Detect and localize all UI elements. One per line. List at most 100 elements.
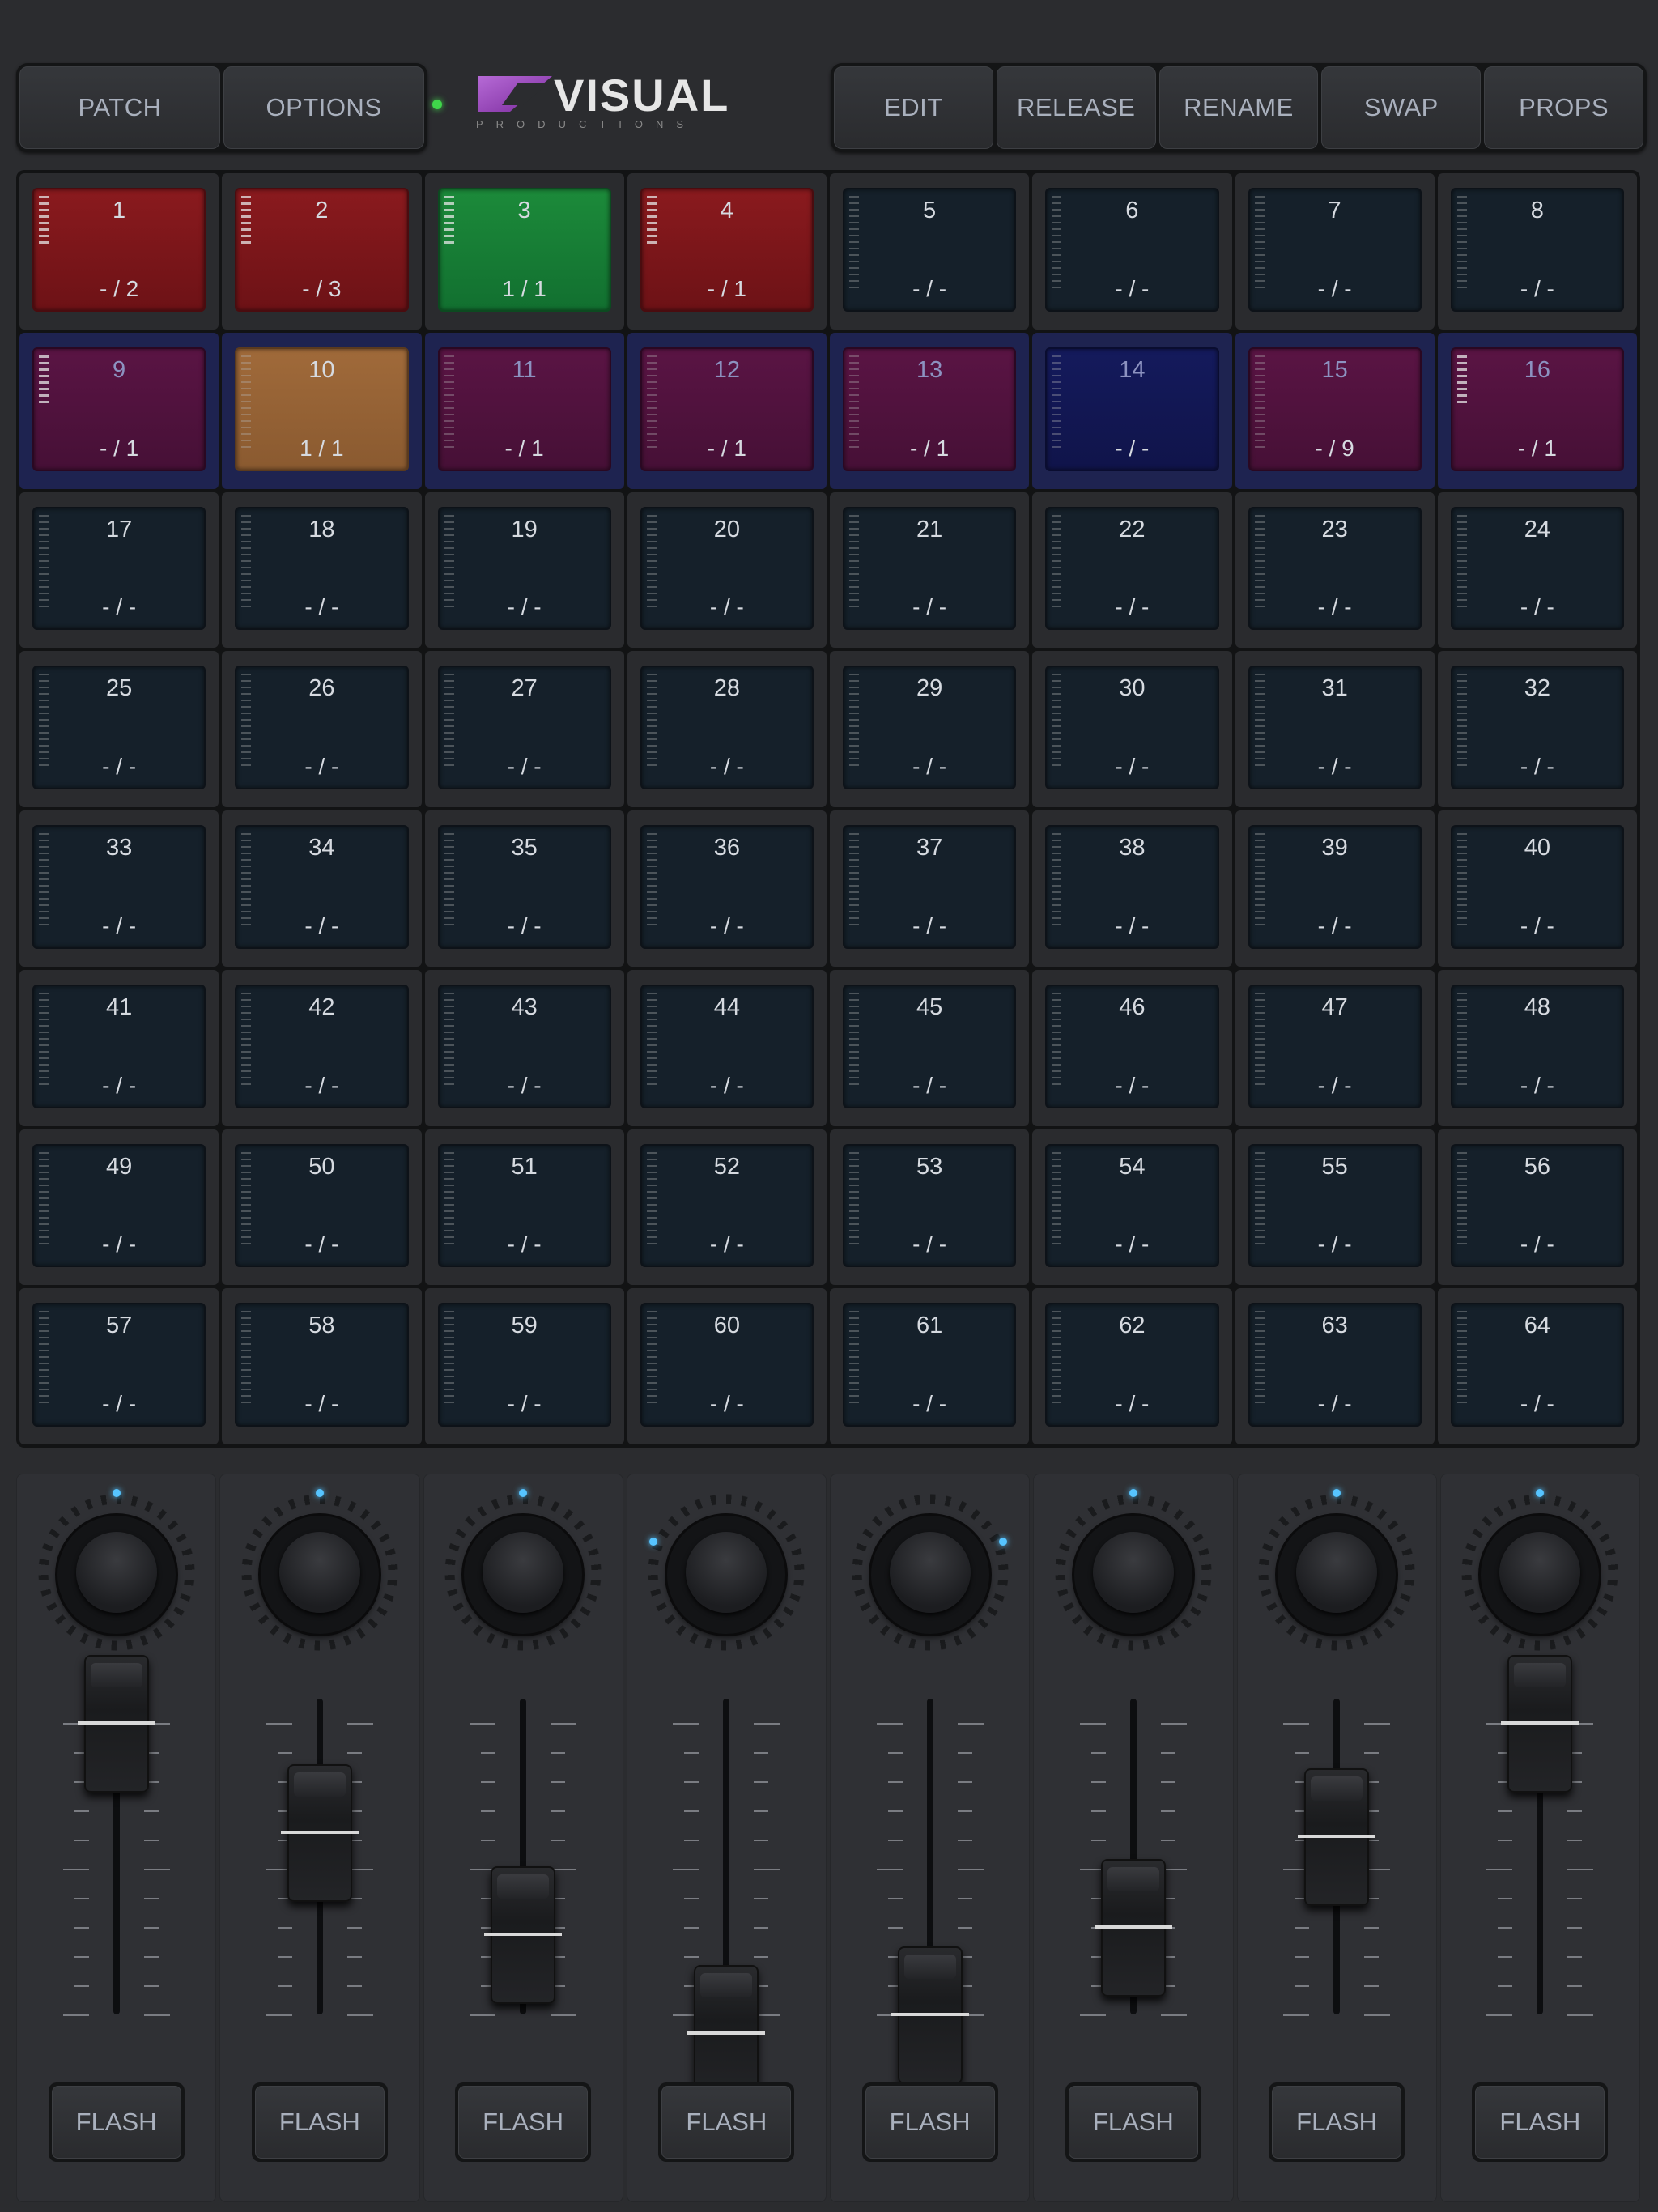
playback-pad-27[interactable]: 27 - / - (437, 666, 611, 789)
playback-pad-51[interactable]: 51 - / - (437, 1143, 611, 1268)
fader-handle[interactable] (484, 1866, 563, 2004)
playback-pad-50[interactable]: 50 - / - (235, 1143, 409, 1268)
playback-pad-43[interactable]: 43 - / - (437, 984, 611, 1108)
playback-pad-45[interactable]: 45 - / - (843, 984, 1017, 1108)
fader-handle[interactable] (77, 1655, 155, 1793)
pad-number: 26 (308, 675, 335, 702)
rotary-knob[interactable] (260, 1516, 379, 1634)
rotary-knob[interactable] (667, 1516, 786, 1634)
playback-pad-53[interactable]: 53 - / - (843, 1143, 1017, 1268)
playback-pad-60[interactable]: 60 - / - (640, 1303, 814, 1427)
playback-pad-42[interactable]: 42 - / - (235, 984, 409, 1108)
playback-pad-24[interactable]: 24 - / - (1450, 506, 1624, 631)
playback-pad-17[interactable]: 17 - / - (32, 506, 206, 631)
playback-pad-2[interactable]: 2 - / 3 (235, 188, 409, 312)
playback-pad-31[interactable]: 31 - / - (1248, 666, 1422, 789)
fader-handle[interactable] (280, 1764, 359, 1902)
playback-pad-55[interactable]: 55 - / - (1248, 1143, 1422, 1268)
playback-pad-19[interactable]: 19 - / - (437, 506, 611, 631)
playback-pad-28[interactable]: 28 - / - (640, 666, 814, 789)
playback-pad-1[interactable]: 1 - / 2 (32, 188, 206, 312)
playback-pad-54[interactable]: 54 - / - (1045, 1143, 1219, 1268)
playback-pad-47[interactable]: 47 - / - (1248, 984, 1422, 1108)
patch-button[interactable]: PATCH (19, 66, 220, 149)
playback-pad-8[interactable]: 8 - / - (1450, 188, 1624, 312)
playback-pad-12[interactable]: 12 - / 1 (640, 347, 814, 471)
playback-pad-13[interactable]: 13 - / 1 (843, 347, 1017, 471)
playback-pad-63[interactable]: 63 - / - (1248, 1303, 1422, 1427)
pad-number: 13 (916, 356, 943, 383)
fader-handle[interactable] (1298, 1767, 1376, 1906)
flash-button[interactable]: FLASH (48, 2082, 185, 2162)
playback-pad-48[interactable]: 48 - / - (1450, 984, 1624, 1108)
rotary-knob[interactable] (1073, 1516, 1192, 1634)
flash-button[interactable]: FLASH (251, 2082, 388, 2162)
playback-pad-46[interactable]: 46 - / - (1045, 984, 1219, 1108)
release-button[interactable]: RELEASE (996, 66, 1156, 149)
playback-pad-41[interactable]: 41 - / - (32, 984, 206, 1108)
playback-pad-6[interactable]: 6 - / - (1045, 188, 1219, 312)
playback-pad-59[interactable]: 59 - / - (437, 1303, 611, 1427)
playback-pad-38[interactable]: 38 - / - (1045, 825, 1219, 949)
flash-button[interactable]: FLASH (658, 2082, 795, 2162)
playback-pad-16[interactable]: 16 - / 1 (1450, 347, 1624, 471)
flash-button[interactable]: FLASH (1472, 2082, 1609, 2162)
playback-pad-26[interactable]: 26 - / - (235, 666, 409, 789)
rotary-knob[interactable] (1481, 1516, 1600, 1634)
playback-pad-40[interactable]: 40 - / - (1450, 825, 1624, 949)
playback-pad-11[interactable]: 11 - / 1 (437, 347, 611, 471)
playback-pad-30[interactable]: 30 - / - (1045, 666, 1219, 789)
fader-handle[interactable] (687, 1964, 766, 2103)
playback-pad-57[interactable]: 57 - / - (32, 1303, 206, 1427)
fader-handle[interactable] (1094, 1859, 1172, 1997)
playback-pad-32[interactable]: 32 - / - (1450, 666, 1624, 789)
playback-pad-56[interactable]: 56 - / - (1450, 1143, 1624, 1268)
scale-tick (143, 1956, 159, 1958)
edit-button[interactable]: EDIT (834, 66, 993, 149)
playback-pad-64[interactable]: 64 - / - (1450, 1303, 1624, 1427)
playback-pad-21[interactable]: 21 - / - (843, 506, 1017, 631)
rotary-knob[interactable] (870, 1516, 989, 1634)
scale-tick (143, 2014, 170, 2016)
flash-button[interactable]: FLASH (455, 2082, 592, 2162)
playback-pad-61[interactable]: 61 - / - (843, 1303, 1017, 1427)
playback-pad-44[interactable]: 44 - / - (640, 984, 814, 1108)
swap-button[interactable]: SWAP (1321, 66, 1482, 149)
fader-handle[interactable] (1501, 1655, 1579, 1793)
playback-pad-23[interactable]: 23 - / - (1248, 506, 1422, 631)
rotary-knob[interactable] (464, 1516, 583, 1634)
playback-pad-7[interactable]: 7 - / - (1248, 188, 1422, 312)
playback-pad-29[interactable]: 29 - / - (843, 666, 1017, 789)
options-button[interactable]: OPTIONS (223, 66, 424, 149)
flash-button[interactable]: FLASH (1065, 2082, 1201, 2162)
playback-pad-5[interactable]: 5 - / - (843, 188, 1017, 312)
playback-pad-14[interactable]: 14 - / - (1045, 347, 1219, 471)
flash-button[interactable]: FLASH (861, 2082, 998, 2162)
playback-pad-37[interactable]: 37 - / - (843, 825, 1017, 949)
playback-pad-15[interactable]: 15 - / 9 (1248, 347, 1422, 471)
playback-pad-18[interactable]: 18 - / - (235, 506, 409, 631)
playback-pad-10[interactable]: 10 1 / 1 (235, 347, 409, 471)
playback-pad-62[interactable]: 62 - / - (1045, 1303, 1219, 1427)
playback-pad-9[interactable]: 9 - / 1 (32, 347, 206, 471)
playback-pad-58[interactable]: 58 - / - (235, 1303, 409, 1427)
playback-pad-36[interactable]: 36 - / - (640, 825, 814, 949)
playback-pad-4[interactable]: 4 - / 1 (640, 188, 814, 312)
rotary-knob[interactable] (57, 1516, 176, 1634)
playback-pad-3[interactable]: 3 1 / 1 (437, 188, 611, 312)
pad-number: 14 (1119, 356, 1146, 383)
playback-pad-35[interactable]: 35 - / - (437, 825, 611, 949)
playback-pad-49[interactable]: 49 - / - (32, 1143, 206, 1268)
playback-pad-52[interactable]: 52 - / - (640, 1143, 814, 1268)
rotary-knob[interactable] (1278, 1516, 1397, 1634)
rename-button[interactable]: RENAME (1158, 66, 1319, 149)
playback-pad-20[interactable]: 20 - / - (640, 506, 814, 631)
props-button[interactable]: PROPS (1484, 66, 1643, 149)
playback-pad-22[interactable]: 22 - / - (1045, 506, 1219, 631)
fader-handle[interactable] (891, 1946, 969, 2084)
playback-pad-33[interactable]: 33 - / - (32, 825, 206, 949)
playback-pad-34[interactable]: 34 - / - (235, 825, 409, 949)
flash-button[interactable]: FLASH (1269, 2082, 1405, 2162)
playback-pad-39[interactable]: 39 - / - (1248, 825, 1422, 949)
playback-pad-25[interactable]: 25 - / - (32, 666, 206, 789)
